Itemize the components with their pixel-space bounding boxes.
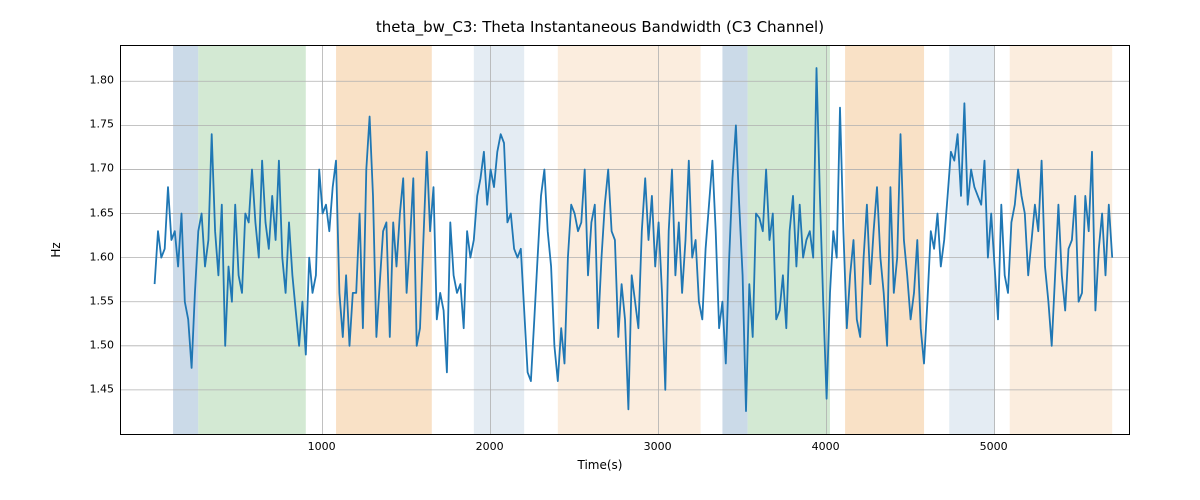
- y-tick-label: 1.80: [90, 74, 115, 87]
- y-tick-label: 1.55: [90, 294, 115, 307]
- y-tick-label: 1.65: [90, 206, 115, 219]
- plot-svg: [121, 46, 1129, 434]
- y-tick-label: 1.60: [90, 250, 115, 263]
- y-tick-label: 1.45: [90, 382, 115, 395]
- x-tick-label: 2000: [476, 440, 504, 453]
- y-tick-label: 1.50: [90, 338, 115, 351]
- x-axis-label: Time(s): [0, 458, 1200, 472]
- chart-title: theta_bw_C3: Theta Instantaneous Bandwid…: [0, 18, 1200, 36]
- plot-area: [120, 45, 1130, 435]
- x-tick-label: 4000: [812, 440, 840, 453]
- figure: theta_bw_C3: Theta Instantaneous Bandwid…: [0, 0, 1200, 500]
- y-tick-label: 1.70: [90, 162, 115, 175]
- x-tick-label: 5000: [980, 440, 1008, 453]
- x-tick-label: 3000: [644, 440, 672, 453]
- y-tick-label: 1.75: [90, 118, 115, 131]
- x-tick-label: 1000: [308, 440, 336, 453]
- y-axis-label: Hz: [49, 242, 63, 257]
